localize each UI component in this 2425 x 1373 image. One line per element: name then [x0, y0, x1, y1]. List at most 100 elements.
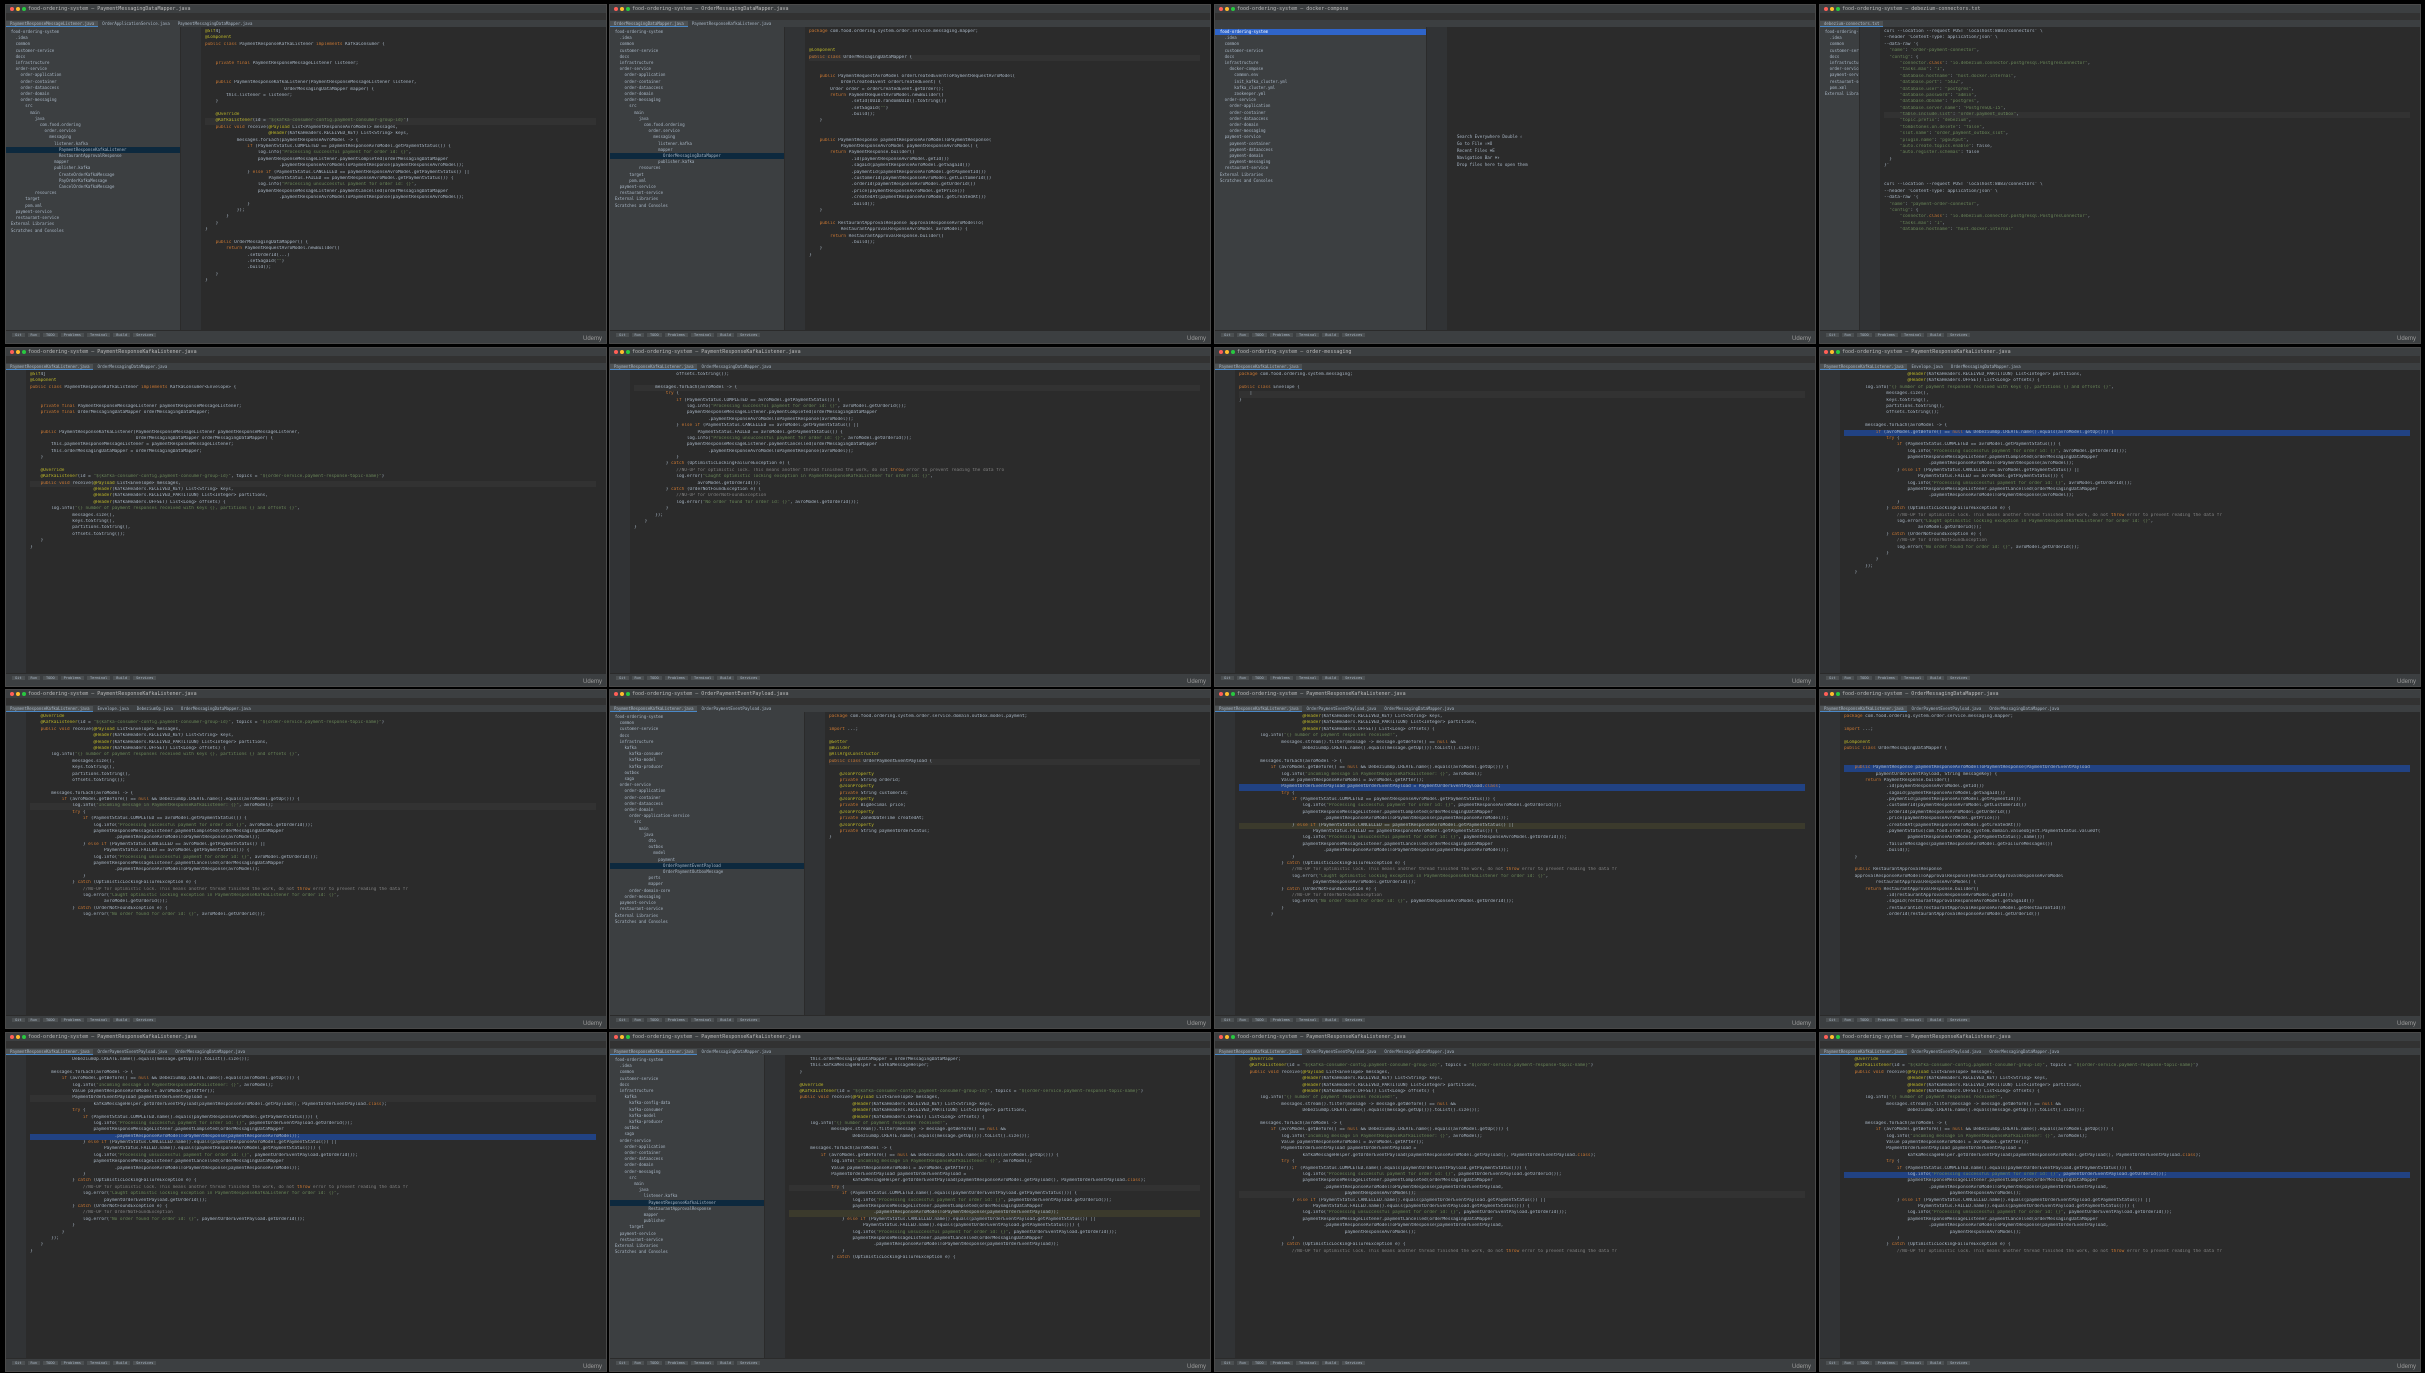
tool-window-button[interactable]: Terminal	[1295, 1361, 1320, 1365]
tool-window-button[interactable]: Problems	[60, 676, 84, 680]
window-controls[interactable]	[1824, 7, 1840, 11]
tree-item[interactable]: Scratches and Consoles	[610, 1249, 764, 1255]
code-editor[interactable]: package com.food.ordering.system.messagi…	[1215, 370, 1815, 674]
tool-window-button[interactable]: Git	[12, 1361, 25, 1365]
tool-window-button[interactable]: Build	[113, 1018, 131, 1022]
code-editor[interactable]: package com.food.ordering.system.order.s…	[805, 712, 1210, 1016]
maximize-icon[interactable]	[1836, 350, 1840, 354]
window-controls[interactable]	[614, 350, 630, 354]
tool-window-button[interactable]: TODO	[1857, 1018, 1872, 1022]
close-icon[interactable]	[614, 350, 618, 354]
tool-window-button[interactable]: Git	[616, 333, 629, 337]
editor-tab[interactable]: OrderMessagingDataMapper.java	[1985, 706, 2063, 711]
tool-window-button[interactable]: Terminal	[1900, 676, 1925, 680]
tool-window-button[interactable]: Run	[631, 1018, 644, 1022]
window-controls[interactable]	[10, 692, 26, 696]
minimize-icon[interactable]	[16, 7, 20, 11]
code-editor[interactable]: @Override @KafkaListener(id = "${kafka-c…	[1820, 1055, 2420, 1359]
tool-window-button[interactable]: Git	[1826, 333, 1839, 337]
maximize-icon[interactable]	[626, 1035, 630, 1039]
tool-window-button[interactable]: Problems	[1874, 1018, 1898, 1022]
tool-window-button[interactable]: Problems	[60, 1018, 84, 1022]
close-icon[interactable]	[614, 692, 618, 696]
close-icon[interactable]	[1824, 350, 1828, 354]
tool-window-button[interactable]: Terminal	[86, 1361, 111, 1365]
tool-window-button[interactable]: Services	[1342, 1018, 1366, 1022]
tool-window-button[interactable]: TODO	[647, 1018, 662, 1022]
window-controls[interactable]	[614, 7, 630, 11]
tool-window-button[interactable]: Build	[113, 1361, 131, 1365]
maximize-icon[interactable]	[1836, 7, 1840, 11]
close-icon[interactable]	[1824, 1035, 1828, 1039]
close-icon[interactable]	[614, 1035, 618, 1039]
close-icon[interactable]	[10, 692, 14, 696]
tool-window-button[interactable]: Run	[1236, 1018, 1249, 1022]
code-editor[interactable]: @Override @KafkaListener(id = "${kafka-c…	[1215, 1055, 1815, 1359]
code-editor[interactable]	[1427, 27, 1815, 331]
code-editor[interactable]: @Slf4j @Component public class PaymentResp…	[181, 27, 606, 331]
tool-window-button[interactable]: Run	[27, 1361, 40, 1365]
close-icon[interactable]	[1219, 7, 1223, 11]
code-editor[interactable]: @Override @KafkaListener(id = "${kafka-c…	[6, 712, 606, 1016]
editor-tab[interactable]: OrderMessagingDataMapper.java	[697, 1049, 775, 1054]
minimize-icon[interactable]	[1225, 7, 1229, 11]
tool-window-button[interactable]: Terminal	[690, 1361, 715, 1365]
tool-window-button[interactable]: Problems	[60, 333, 84, 337]
tool-window-button[interactable]: Build	[717, 1361, 735, 1365]
editor-tab[interactable]: OrderMessagingDataMapper.java	[1947, 364, 2025, 369]
editor-tab[interactable]: OrderMessagingDataMapper.java	[1380, 1049, 1458, 1054]
minimize-icon[interactable]	[620, 1035, 624, 1039]
tool-window-button[interactable]: Terminal	[1900, 1018, 1925, 1022]
tool-window-button[interactable]: Run	[631, 1361, 644, 1365]
tool-window-button[interactable]: Problems	[1269, 1361, 1293, 1365]
editor-tab[interactable]: OrderPaymentEventPayload.java	[697, 706, 775, 711]
tool-window-button[interactable]: Problems	[1269, 333, 1293, 337]
code-editor[interactable]: package com.food.ordering.system.order.s…	[785, 27, 1210, 331]
tool-window-button[interactable]: Build	[717, 676, 735, 680]
tool-window-button[interactable]: TODO	[43, 676, 58, 680]
tree-item[interactable]: payment-service	[1820, 72, 1859, 78]
tool-window-button[interactable]: Git	[12, 333, 25, 337]
code-editor[interactable]: @Header(KafkaHeaders.RECEIVED_PARTITION)…	[1820, 370, 2420, 674]
tool-window-button[interactable]: Problems	[1874, 1361, 1898, 1365]
tool-window-button[interactable]: Terminal	[86, 676, 111, 680]
tool-window-button[interactable]: Run	[1841, 333, 1854, 337]
editor-tab[interactable]: PaymentResponseKafkaListener.java	[688, 21, 775, 26]
tool-window-button[interactable]: Git	[1826, 676, 1839, 680]
tool-window-button[interactable]: Problems	[664, 1018, 688, 1022]
editor-tab[interactable]: OrderMessagingDataMapper.java	[1380, 706, 1458, 711]
tool-window-button[interactable]: Build	[1927, 333, 1945, 337]
code-editor[interactable]: package com.food.ordering.system.order.s…	[1820, 712, 2420, 1016]
code-editor[interactable]: curl --location --request POST 'localhos…	[1860, 27, 2420, 331]
maximize-icon[interactable]	[626, 350, 630, 354]
tool-window-button[interactable]: Problems	[664, 333, 688, 337]
tool-window-button[interactable]: Run	[631, 676, 644, 680]
maximize-icon[interactable]	[626, 692, 630, 696]
tool-window-button[interactable]: Services	[133, 1018, 157, 1022]
tool-window-button[interactable]: Run	[1236, 676, 1249, 680]
window-controls[interactable]	[10, 7, 26, 11]
tool-window-button[interactable]: Git	[1826, 1361, 1839, 1365]
tool-window-button[interactable]: Build	[717, 333, 735, 337]
close-icon[interactable]	[10, 1035, 14, 1039]
tool-window-button[interactable]: TODO	[1857, 1361, 1872, 1365]
tool-window-button[interactable]: Run	[1841, 676, 1854, 680]
editor-tab[interactable]: DebeziumOp.java	[133, 706, 177, 711]
close-icon[interactable]	[1219, 350, 1223, 354]
code-editor[interactable]: offsets.toString()); messages.forEach(av…	[610, 370, 1210, 674]
tool-window-button[interactable]: Run	[27, 1018, 40, 1022]
tree-item[interactable]: External Libraries	[1820, 91, 1859, 97]
tool-window-button[interactable]: Problems	[1874, 676, 1898, 680]
code-editor[interactable]: @Header(KafkaHeaders.RECEIVED_KEY) List<…	[1215, 712, 1815, 1016]
tool-window-button[interactable]: Problems	[60, 1361, 84, 1365]
tool-window-button[interactable]: Build	[113, 333, 131, 337]
tool-window-button[interactable]: Services	[1947, 333, 1971, 337]
tool-window-button[interactable]: Run	[1236, 333, 1249, 337]
window-controls[interactable]	[1824, 1035, 1840, 1039]
window-controls[interactable]	[614, 1035, 630, 1039]
minimize-icon[interactable]	[1830, 1035, 1834, 1039]
tool-window-button[interactable]: Build	[113, 676, 131, 680]
tool-window-button[interactable]: Services	[133, 1361, 157, 1365]
tool-window-button[interactable]: Build	[717, 1018, 735, 1022]
minimize-icon[interactable]	[16, 350, 20, 354]
